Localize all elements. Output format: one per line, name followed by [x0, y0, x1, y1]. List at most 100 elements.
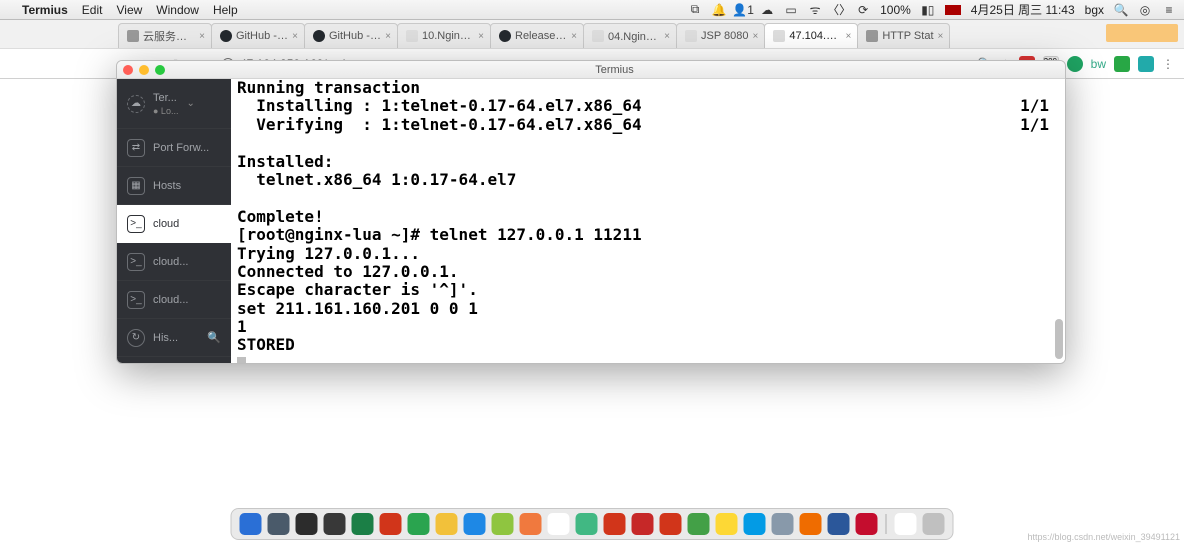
- window-titlebar[interactable]: Termius: [117, 61, 1065, 79]
- dock-app-icon[interactable]: [576, 513, 598, 535]
- dock-app-icon[interactable]: [380, 513, 402, 535]
- search-icon[interactable]: 🔍: [207, 331, 221, 344]
- browser-tab[interactable]: 10.Nginx+Lu×: [397, 23, 491, 48]
- notifications-icon[interactable]: ≡: [1162, 3, 1176, 17]
- close-tab-icon[interactable]: ×: [664, 31, 670, 42]
- sidebar-item-session[interactable]: >_ cloud...: [117, 243, 231, 281]
- dock-app-icon[interactable]: [268, 513, 290, 535]
- macos-dock: [231, 508, 954, 540]
- terminal-scrollbar[interactable]: [1055, 81, 1063, 361]
- dock-app-icon[interactable]: [436, 513, 458, 535]
- extension-icon[interactable]: [1067, 56, 1083, 72]
- dock-app-icon[interactable]: [716, 513, 738, 535]
- browser-tab[interactable]: GitHub - lov×: [211, 23, 305, 48]
- sidebar-item-session-active[interactable]: >_ cloud: [117, 205, 231, 243]
- browser-tab[interactable]: GitHub - un×: [304, 23, 398, 48]
- browser-tab-active[interactable]: 47.104.250.×: [764, 23, 858, 48]
- sidebar-item-label: Ter...: [153, 92, 178, 104]
- terminal-cursor: [237, 357, 246, 363]
- close-tab-icon[interactable]: ×: [846, 31, 852, 42]
- close-tab-icon[interactable]: ×: [571, 31, 577, 42]
- sidebar-item-port-forwarding[interactable]: ⇄ Port Forw...: [117, 129, 231, 167]
- menu-help[interactable]: Help: [213, 3, 238, 17]
- sidebar-item-session[interactable]: >_ cloud...: [117, 281, 231, 319]
- termius-window: Termius ☁ Ter... ● Lo... ⌄ ⇄ Port Forw..…: [116, 60, 1066, 364]
- dock-app-icon[interactable]: [772, 513, 794, 535]
- scrollbar-thumb[interactable]: [1055, 319, 1063, 359]
- app-name-menu[interactable]: Termius: [22, 3, 68, 17]
- sidebar-item-label: cloud: [153, 218, 221, 230]
- sidebar-item-label: Hosts: [153, 180, 221, 192]
- user-icon[interactable]: 👤1: [736, 3, 750, 17]
- headset-icon[interactable]: 🔔: [712, 3, 726, 17]
- wifi-icon[interactable]: ᯤ: [808, 3, 822, 17]
- dock-app-icon[interactable]: [800, 513, 822, 535]
- cloud-icon[interactable]: ☁: [760, 3, 774, 17]
- sidebar-item-hosts[interactable]: ▦ Hosts: [117, 167, 231, 205]
- menu-view[interactable]: View: [116, 3, 142, 17]
- browser-menu-icon[interactable]: ⋮: [1162, 57, 1174, 71]
- sidebar-item-history[interactable]: ↻ His... 🔍: [117, 319, 231, 357]
- close-tab-icon[interactable]: ×: [478, 31, 484, 42]
- browser-tab[interactable]: 云服务器管×: [118, 23, 212, 48]
- close-tab-icon[interactable]: ×: [938, 31, 944, 42]
- battery-percent: 100%: [880, 3, 911, 17]
- dock-app-icon[interactable]: [296, 513, 318, 535]
- arrows-icon: ⇄: [127, 139, 145, 157]
- terminal-output[interactable]: Running transaction Installing : 1:telne…: [231, 79, 1065, 363]
- dock-app-icon[interactable]: [492, 513, 514, 535]
- terminal-icon: >_: [127, 253, 145, 271]
- watermark-badge: [1106, 24, 1178, 42]
- sidebar-item-label: cloud...: [153, 256, 221, 268]
- window-title: Termius: [170, 64, 1059, 76]
- close-tab-icon[interactable]: ×: [385, 31, 391, 42]
- siri-icon[interactable]: ◎: [1138, 3, 1152, 17]
- dock-app-icon[interactable]: [744, 513, 766, 535]
- browser-tab[interactable]: Releases · c×: [490, 23, 584, 48]
- dock-app-icon[interactable]: [660, 513, 682, 535]
- input-flag-icon[interactable]: [945, 5, 961, 15]
- close-tab-icon[interactable]: ×: [292, 31, 298, 42]
- dock-app-icon[interactable]: [895, 513, 917, 535]
- menubar-user[interactable]: bgx: [1085, 3, 1104, 17]
- termius-sidebar: ☁ Ter... ● Lo... ⌄ ⇄ Port Forw... ▦ Host…: [117, 79, 231, 363]
- menu-window[interactable]: Window: [156, 3, 199, 17]
- menubar-date[interactable]: 4月25日 周三 11:43: [971, 1, 1075, 18]
- dock-app-icon[interactable]: [324, 513, 346, 535]
- dock-app-icon[interactable]: [352, 513, 374, 535]
- dock-app-icon[interactable]: [632, 513, 654, 535]
- record-icon[interactable]: ⧉: [688, 3, 702, 17]
- sync-icon[interactable]: ⟳: [856, 3, 870, 17]
- cloud-icon: ☁: [127, 95, 145, 113]
- dock-app-icon[interactable]: [520, 513, 542, 535]
- dock-app-icon[interactable]: [548, 513, 570, 535]
- sidebar-item-terminal[interactable]: ☁ Ter... ● Lo... ⌄: [117, 79, 231, 129]
- close-tab-icon[interactable]: ×: [199, 31, 205, 42]
- extension-icon[interactable]: bw: [1091, 57, 1106, 71]
- dock-app-icon[interactable]: [240, 513, 262, 535]
- dock-app-icon[interactable]: [604, 513, 626, 535]
- sidebar-item-label: cloud...: [153, 294, 221, 306]
- window-close-icon[interactable]: [123, 65, 133, 75]
- menu-edit[interactable]: Edit: [82, 3, 103, 17]
- spotlight-icon[interactable]: 🔍: [1114, 3, 1128, 17]
- display-icon[interactable]: ▭: [784, 3, 798, 17]
- dock-app-icon[interactable]: [464, 513, 486, 535]
- extension-icon[interactable]: [1114, 56, 1130, 72]
- battery-icon[interactable]: ▮▯: [921, 3, 935, 17]
- browser-tab[interactable]: JSP 8080×: [676, 23, 765, 48]
- window-maximize-icon[interactable]: [155, 65, 165, 75]
- dock-app-icon[interactable]: [688, 513, 710, 535]
- dock-app-icon[interactable]: [923, 513, 945, 535]
- close-tab-icon[interactable]: ×: [753, 31, 759, 42]
- dock-app-icon[interactable]: [828, 513, 850, 535]
- code-icon[interactable]: 〈〉: [832, 3, 846, 17]
- dock-app-icon[interactable]: [408, 513, 430, 535]
- browser-tab[interactable]: HTTP Stat×: [857, 23, 950, 48]
- extension-icon[interactable]: [1138, 56, 1154, 72]
- watermark-text: https://blog.csdn.net/weixin_39491121: [1028, 532, 1180, 542]
- window-minimize-icon[interactable]: [139, 65, 149, 75]
- dock-app-icon[interactable]: [856, 513, 878, 535]
- browser-tab[interactable]: 04.Nginx代×: [583, 23, 677, 48]
- chevron-down-icon[interactable]: ⌄: [186, 98, 194, 109]
